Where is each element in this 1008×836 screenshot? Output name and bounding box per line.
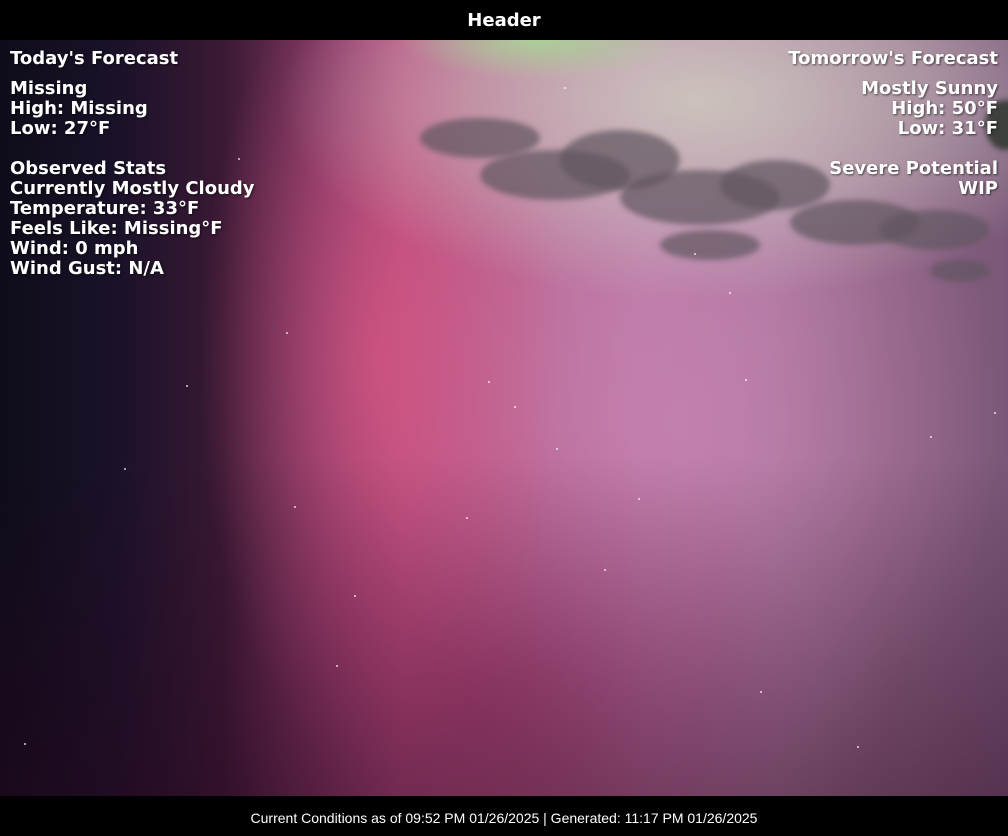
today-condition: Missing <box>10 78 88 99</box>
observed-temperature: Temperature: 33°F <box>10 198 200 219</box>
today-and-observed-panel: Today's Forecast Missing High: Missing L… <box>10 49 255 279</box>
tomorrow-high: High: 50°F <box>891 98 998 119</box>
tomorrow-low: Low: 31°F <box>897 118 998 139</box>
footer-bar: Current Conditions as of 09:52 PM 01/26/… <box>0 796 1008 836</box>
today-high: High: Missing <box>10 98 148 119</box>
tomorrow-condition: Mostly Sunny <box>861 78 998 99</box>
today-low: Low: 27°F <box>10 118 111 139</box>
footer-status-text: Current Conditions as of 09:52 PM 01/26/… <box>250 810 758 826</box>
observed-stats-heading: Observed Stats <box>10 158 167 179</box>
tomorrow-and-severe-panel: Tomorrow's Forecast Mostly Sunny High: 5… <box>788 49 998 199</box>
severe-potential-heading: Severe Potential <box>829 158 998 179</box>
observed-wind-gust: Wind Gust: N/A <box>10 258 164 279</box>
today-forecast-heading: Today's Forecast <box>10 48 179 69</box>
observed-feels-like: Feels Like: Missing°F <box>10 218 223 239</box>
header-title: Header <box>467 10 541 31</box>
severe-potential-value: WIP <box>958 178 998 199</box>
observed-wind: Wind: 0 mph <box>10 238 139 259</box>
observed-current-condition: Currently Mostly Cloudy <box>10 178 255 199</box>
header-bar: Header <box>0 0 1008 40</box>
tomorrow-forecast-heading: Tomorrow's Forecast <box>788 48 998 69</box>
